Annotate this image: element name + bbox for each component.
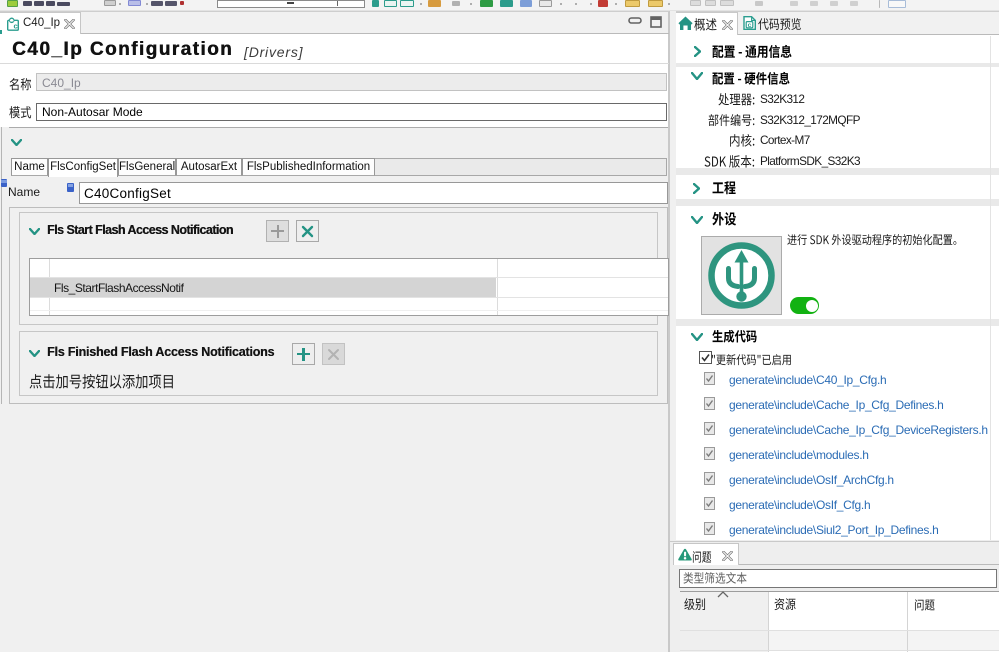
svg-text:c: c (14, 22, 18, 31)
svg-text:c: c (748, 22, 752, 29)
